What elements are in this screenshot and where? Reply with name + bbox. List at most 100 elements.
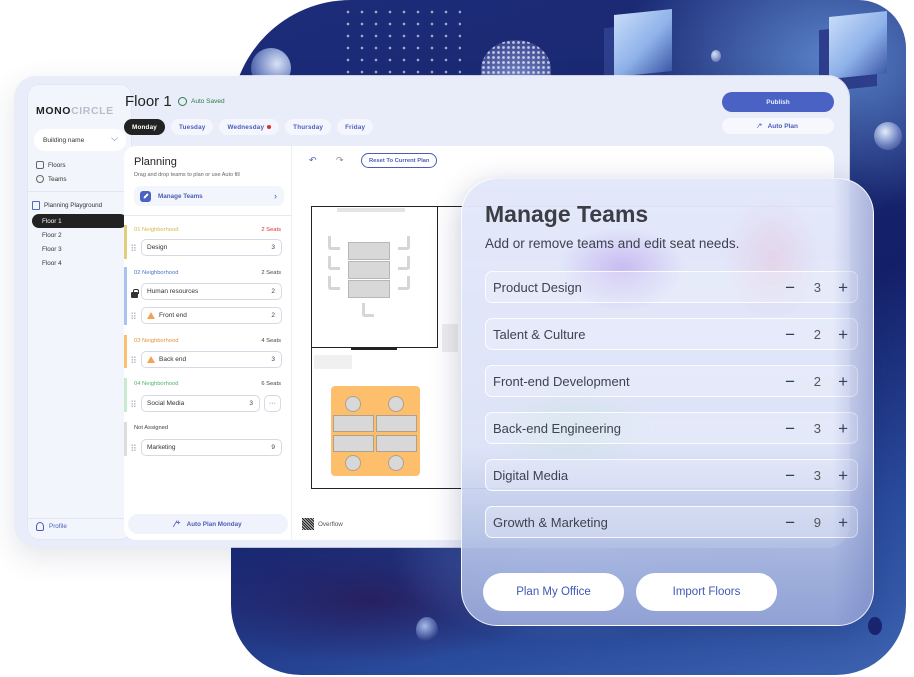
logo: MONOCIRCLE [36,105,114,117]
manage-teams-button[interactable]: Manage Teams › [134,186,284,206]
manage-teams-label: Manage Teams [158,192,203,200]
neighborhood-label: 03 Neighborhood [134,338,179,344]
door [351,347,397,350]
wall-fixture [337,208,405,212]
sidebar-floor-4[interactable]: Floor 4 [32,256,127,270]
neighborhood-color-bar [124,378,127,412]
fixture [442,324,458,352]
team-name: Back-end Engineering [493,420,621,436]
not-assigned-label: Not Assigned [134,425,169,431]
profile-link[interactable]: Profile [36,522,67,531]
team-chip[interactable]: Marketing 9 [141,439,282,456]
reset-plan-button[interactable]: Reset To Current Plan [361,153,438,168]
team-count: 2 [271,312,275,319]
team-row: Front-end Development − 2 + [485,365,858,397]
conference-table[interactable] [348,280,390,298]
decrement-button[interactable]: − [785,420,795,437]
team-chip[interactable]: Human resources 2 [141,283,282,300]
seat-count: 2 [813,326,821,342]
seat [345,396,361,412]
decrement-button[interactable]: − [785,279,795,296]
decrement-button[interactable]: − [785,326,795,343]
import-floors-button[interactable]: Import Floors [636,573,777,611]
team-chip[interactable]: Design 3 [141,239,282,256]
page-title: Floor 1 [125,93,172,110]
team-chip[interactable]: Back end 3 [141,351,282,368]
team-name: Human resources [147,288,199,295]
decrement-button[interactable]: − [785,373,795,390]
tab-monday[interactable]: Monday [124,119,165,135]
desk [333,415,374,432]
tab-label: Tuesday [179,123,206,131]
team-chip[interactable]: Front end 2 [141,307,282,324]
tab-friday[interactable]: Friday [337,119,374,135]
undo-icon[interactable]: ↶ [309,155,317,166]
drag-handle-icon[interactable] [131,312,136,320]
team-name: Marketing [147,444,176,451]
building-select[interactable]: Building name ⌵ [34,129,126,151]
increment-button[interactable]: + [838,514,848,531]
sidebar-floor-3[interactable]: Floor 3 [32,242,127,256]
fixture [314,355,352,369]
floor-label: Floor 4 [42,259,62,267]
seat [345,455,361,471]
increment-button[interactable]: + [838,467,848,484]
sidebar-floor-2[interactable]: Floor 2 [32,228,127,242]
auto-plan-button[interactable]: ⁄⁺ Auto Plan [722,118,834,134]
desk-pod[interactable] [331,386,420,476]
team-name: Product Design [493,279,582,295]
tab-wednesday[interactable]: Wednesday [219,119,280,135]
floor-label: Floor 2 [42,231,62,239]
more-options-button[interactable]: ··· [264,395,281,412]
publish-button[interactable]: Publish [722,92,834,112]
team-name: Design [147,244,168,251]
plan-my-office-button[interactable]: Plan My Office [483,573,624,611]
auto-plan-monday-button[interactable]: ⁄⁺ Auto Plan Monday [128,514,288,534]
building-select-value: Building name [43,136,85,144]
increment-button[interactable]: + [838,326,848,343]
sidebar-floor-1[interactable]: Floor 1 [32,214,127,228]
tab-tuesday[interactable]: Tuesday [171,119,214,135]
sidebar-item-floors[interactable]: Floors [36,161,66,169]
team-row: Back-end Engineering − 3 + [485,412,858,444]
magic-wand-icon: ⁄⁺ [758,123,763,130]
drag-handle-icon[interactable] [131,400,136,408]
increment-button[interactable]: + [838,279,848,296]
increment-button[interactable]: + [838,373,848,390]
team-count: 3 [271,244,275,251]
divider [124,215,292,216]
planning-title: Planning [134,156,177,168]
neighborhood-seats: 2 Seats [261,270,281,276]
auto-plan-label: Auto Plan [767,122,798,130]
team-chip[interactable]: Social Media 3 [141,395,260,412]
drag-handle-icon[interactable] [131,356,136,364]
tab-thursday[interactable]: Thursday [285,119,332,135]
overflow-label: Overflow [318,520,343,528]
desk [376,435,417,452]
drag-handle-icon[interactable] [131,244,136,252]
team-row: Talent & Culture − 2 + [485,318,858,350]
decrement-button[interactable]: − [785,467,795,484]
floor-label: Floor 3 [42,245,62,253]
seat-count: 3 [813,420,821,436]
neighborhood-color-bar [124,335,127,368]
ball-decoration [868,617,882,635]
tab-label: Thursday [293,123,324,131]
user-icon [36,522,44,531]
sidebar-item-planning-playground[interactable]: Planning Playground [32,201,102,210]
sidebar-item-teams[interactable]: Teams [36,175,67,183]
sidebar-item-label: Floors [48,161,66,169]
decrement-button[interactable]: − [785,514,795,531]
team-count: 3 [271,356,275,363]
tab-label: Friday [345,123,366,131]
conference-table[interactable] [348,261,390,279]
conference-table[interactable] [348,242,390,260]
increment-button[interactable]: + [838,420,848,437]
neighborhood-seats: 4 Seats [261,338,281,344]
drag-handle-icon[interactable] [131,444,136,452]
floor-label: Floor 1 [42,217,62,225]
desk [376,415,417,432]
manage-teams-card: Manage Teams Add or remove teams and edi… [461,178,874,626]
redo-icon[interactable]: ↷ [336,155,344,166]
neighborhood-seats: 2 Seats [261,227,281,233]
